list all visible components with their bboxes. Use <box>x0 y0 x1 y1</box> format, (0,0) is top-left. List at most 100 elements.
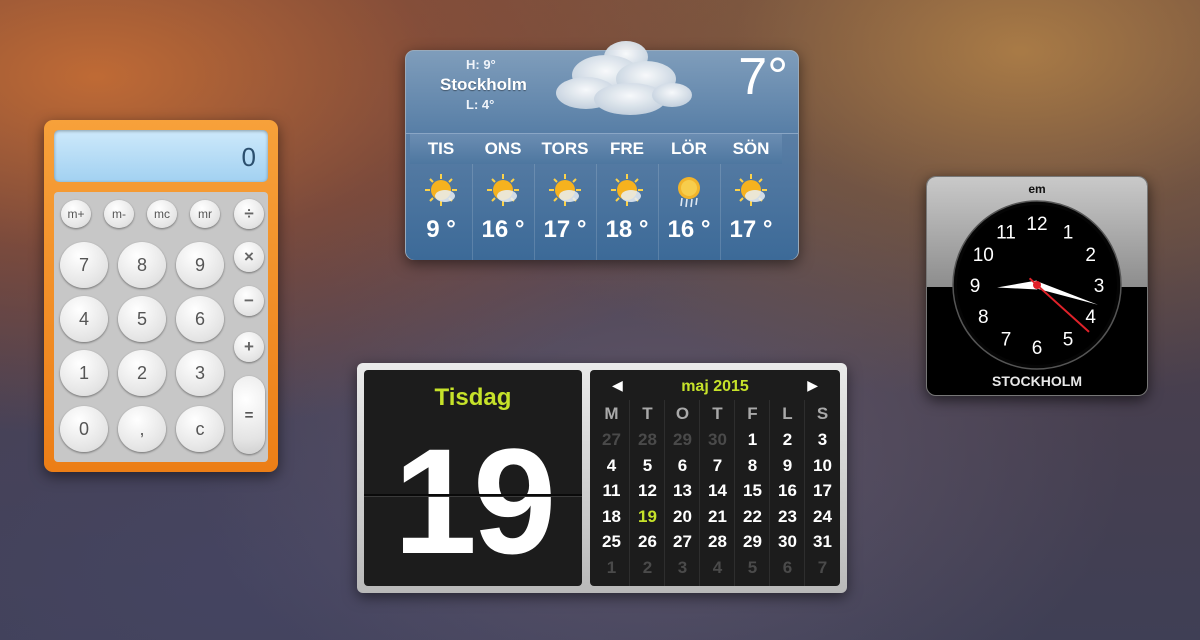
minus-button[interactable]: − <box>234 286 264 316</box>
calendar-day[interactable]: 31 <box>805 532 840 552</box>
calendar-month-panel: ◀ maj 2015 ▶ M 27 4 11 18 25 1 T 28 5 12 19 26 2 O 29 6 1… <box>590 370 840 586</box>
decimal-comma-button[interactable]: , <box>118 406 166 452</box>
digit-6-button[interactable]: 6 <box>176 296 224 342</box>
clock-number: 1 <box>1063 222 1074 243</box>
current-temp: 7° <box>738 48 788 106</box>
calendar-day[interactable]: 30 <box>770 532 805 552</box>
memory-recall-button[interactable]: mr <box>190 200 220 228</box>
calendar-day[interactable]: 17 <box>805 481 840 501</box>
next-month-button[interactable]: ▶ <box>807 377 818 394</box>
calendar-day[interactable]: 7 <box>805 558 840 578</box>
calendar-day[interactable]: 2 <box>770 430 805 450</box>
forecast-day-name: TORS <box>534 134 596 164</box>
digit-8-button[interactable]: 8 <box>118 242 166 288</box>
calendar-day[interactable]: 14 <box>700 481 735 501</box>
digit-9-button[interactable]: 9 <box>176 242 224 288</box>
forecast-temp: 17 ° <box>543 216 587 243</box>
multiply-button[interactable]: × <box>234 242 264 272</box>
weekday-header: S <box>816 404 829 423</box>
calendar-day[interactable]: 26 <box>630 532 665 552</box>
ampm-label: em <box>1028 182 1046 196</box>
calendar-day[interactable]: 13 <box>665 481 700 501</box>
calendar-day[interactable]: 7 <box>700 456 735 476</box>
calendar-day[interactable]: 3 <box>805 430 840 450</box>
calendar-day[interactable]: 10 <box>805 456 840 476</box>
sun-rain-icon <box>678 177 700 208</box>
flip-divider <box>364 494 582 497</box>
weather-widget[interactable]: H: 9° Stockholm L: 4° 7° TIS 9 ° ONS 16 … <box>405 41 799 260</box>
calendar-day[interactable]: 9 <box>770 456 805 476</box>
clock-number: 12 <box>1026 214 1047 235</box>
calendar-day[interactable]: 8 <box>735 456 770 476</box>
digit-3-button[interactable]: 3 <box>176 350 224 396</box>
calendar-day[interactable]: 5 <box>735 558 770 578</box>
calendar-day[interactable]: 16 <box>770 481 805 501</box>
calendar-day[interactable]: 30 <box>700 430 735 450</box>
plus-button[interactable]: + <box>234 332 264 362</box>
calendar-day[interactable]: 22 <box>735 507 770 527</box>
calendar-day[interactable]: 29 <box>735 532 770 552</box>
sun-cloud-icon <box>487 174 519 206</box>
calendar-day[interactable]: 4 <box>594 456 629 476</box>
calendar-day[interactable]: 11 <box>594 481 629 501</box>
clock-number: 10 <box>973 245 994 266</box>
calendar-day[interactable]: 21 <box>700 507 735 527</box>
forecast-temp: 17 ° <box>729 216 773 243</box>
sun-cloud-icon <box>735 174 767 206</box>
calendar-day[interactable]: 23 <box>770 507 805 527</box>
digit-2-button[interactable]: 2 <box>118 350 166 396</box>
clear-button[interactable]: c <box>176 406 224 452</box>
digit-4-button[interactable]: 4 <box>60 296 108 342</box>
calendar-day[interactable]: 24 <box>805 507 840 527</box>
clock-number: 11 <box>996 222 1016 243</box>
calendar-day[interactable]: 27 <box>594 430 629 450</box>
equals-button[interactable]: = <box>233 376 265 454</box>
calendar-day[interactable]: 15 <box>735 481 770 501</box>
cloud-icon <box>556 41 692 115</box>
clock-number: 3 <box>1094 276 1105 297</box>
memory-clear-button[interactable]: mc <box>147 200 177 228</box>
clock-number: 7 <box>1001 330 1012 351</box>
calendar-day[interactable]: 12 <box>630 481 665 501</box>
calendar-day[interactable]: 20 <box>665 507 700 527</box>
digit-1-button[interactable]: 1 <box>60 350 108 396</box>
high-temp: H: 9° <box>466 57 496 72</box>
forecast-temp: 16 ° <box>667 216 711 243</box>
calendar-day[interactable]: 3 <box>665 558 700 578</box>
calendar-day[interactable]: 25 <box>594 532 629 552</box>
memory-plus-button[interactable]: m+ <box>61 200 91 228</box>
forecast-temp: 9 ° <box>426 216 456 243</box>
calendar-day[interactable]: 29 <box>665 430 700 450</box>
weekday-name: Tisdag <box>434 384 512 411</box>
calendar-day[interactable]: 28 <box>700 532 735 552</box>
world-clock-widget[interactable]: em 12 1 2 3 4 5 6 7 8 9 10 11 STOCKHOLM <box>926 176 1148 396</box>
divide-button[interactable]: ÷ <box>234 199 264 229</box>
clock-number: 4 <box>1085 307 1096 328</box>
calendar-day[interactable]: 5 <box>630 456 665 476</box>
digit-0-button[interactable]: 0 <box>60 406 108 452</box>
calendar-day[interactable]: 28 <box>630 430 665 450</box>
digit-7-button[interactable]: 7 <box>60 242 108 288</box>
calendar-day[interactable]: 1 <box>594 558 629 578</box>
sun-cloud-icon <box>425 174 457 206</box>
calendar-day[interactable]: 2 <box>630 558 665 578</box>
forecast-temp: 18 ° <box>605 216 649 243</box>
calendar-day[interactable]: 27 <box>665 532 700 552</box>
calendar-day-today[interactable]: 19 <box>630 507 665 527</box>
weekday-header: T <box>712 404 723 423</box>
calendar-column: S 3 10 17 24 31 7 <box>804 400 840 586</box>
forecast-day: SÖN 17 ° <box>720 134 782 260</box>
calendar-column: O 29 6 13 20 27 3 <box>664 400 700 586</box>
forecast-day: TORS 17 ° <box>534 134 597 260</box>
calendar-day[interactable]: 18 <box>594 507 629 527</box>
calendar-day[interactable]: 6 <box>770 558 805 578</box>
forecast-strip: TIS 9 ° ONS 16 ° TORS 17 ° FRE 18 ° LÖR … <box>406 133 798 260</box>
calendar-column: T 30 7 14 21 28 4 <box>699 400 735 586</box>
calendar-day[interactable]: 6 <box>665 456 700 476</box>
calendar-day[interactable]: 4 <box>700 558 735 578</box>
digit-5-button[interactable]: 5 <box>118 296 166 342</box>
calendar-day-panel: Tisdag 19 <box>364 370 582 586</box>
memory-minus-button[interactable]: m- <box>104 200 134 228</box>
calendar-day[interactable]: 1 <box>735 430 770 450</box>
calendar-widget[interactable]: Tisdag 19 ◀ maj 2015 ▶ M 27 4 11 18 25 1 T 28 5 12… <box>357 363 847 593</box>
